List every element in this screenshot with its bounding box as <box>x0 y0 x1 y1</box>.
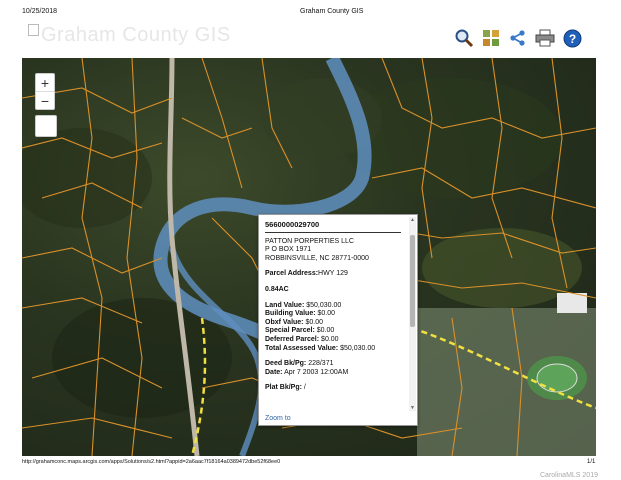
deferred-parcel-value: $0.00 <box>321 335 339 343</box>
owner-address-1: P O BOX 1971 <box>265 246 312 254</box>
obxf-value: $0.00 <box>305 318 323 326</box>
header-date: 10/25/2018 <box>22 8 58 15</box>
print-icon[interactable] <box>535 28 555 48</box>
total-assessed-value: $50,030.00 <box>340 344 376 352</box>
owner-address-2: ROBBINSVILLE, NC 28771-0000 <box>265 254 369 262</box>
map-view[interactable]: + − 5660000029700 PATTON PORPERTIES LLC … <box>22 58 596 456</box>
special-parcel-label: Special Parcel: <box>265 327 315 335</box>
svg-text:?: ? <box>568 32 575 46</box>
date-value: Apr 7 2003 12:00AM <box>284 368 349 376</box>
home-extent-button[interactable] <box>35 115 57 137</box>
deferred-parcel-row: Deferred Parcel: $0.00 <box>265 336 401 345</box>
toolbar: ? <box>454 28 582 48</box>
deed-row: Deed Bk/Pg: 228/371 <box>265 360 401 369</box>
parcel-address-row: Parcel Address:HWY 129 <box>265 270 401 279</box>
total-assessed-row: Total Assessed Value: $50,030.00 <box>265 345 401 354</box>
land-value-row: Land Value: $50,030.00 <box>265 302 401 311</box>
scrollbar-thumb[interactable] <box>410 235 415 327</box>
deed-value: 228/371 <box>308 360 334 368</box>
footer-url: http://grahamconc.maps.arcgis.com/apps/S… <box>22 459 281 465</box>
layers-grid-icon[interactable] <box>481 28 501 48</box>
logo-text: Graham County GIS <box>41 24 231 46</box>
building-value-label: Building Value: <box>265 310 316 318</box>
building-value: $0.00 <box>317 310 336 318</box>
building-value-row: Building Value: $0.00 <box>265 310 401 319</box>
site-logo[interactable]: Graham County GIS <box>28 24 231 47</box>
parcel-id: 5660000029700 <box>265 220 320 229</box>
parcel-info-popup: 5660000029700 PATTON PORPERTIES LLC P O … <box>258 214 418 426</box>
parcel-address-label: Parcel Address: <box>265 270 319 278</box>
popup-divider <box>265 231 401 233</box>
watermark: CarolinaMLS 2019 <box>540 472 598 479</box>
land-value-label: Land Value: <box>265 301 305 309</box>
help-icon[interactable]: ? <box>562 28 582 48</box>
parcel-address-value: HWY 129 <box>318 270 348 278</box>
obxf-value-label: Obxf Value: <box>265 318 304 326</box>
owner-name: PATTON PORPERTIES LLC <box>265 237 354 245</box>
zoom-in-button[interactable]: + <box>36 74 54 91</box>
obxf-value-row: Obxf Value: $0.00 <box>265 319 401 328</box>
date-label: Date: <box>265 368 283 376</box>
popup-scrollbar[interactable]: ▲ ▼ <box>409 217 416 411</box>
plat-value: / <box>303 384 306 392</box>
plat-row: Plat Bk/Pg: / <box>265 384 401 393</box>
popup-content[interactable]: 5660000029700 PATTON PORPERTIES LLC P O … <box>259 215 407 411</box>
land-value: $50,030.00 <box>306 301 342 309</box>
special-parcel-value: $0.00 <box>316 327 335 335</box>
scroll-up-arrow-icon[interactable]: ▲ <box>410 217 415 223</box>
zoom-to-link[interactable]: Zoom to <box>265 415 291 422</box>
page-number: 1/1 <box>587 459 596 465</box>
deed-label: Deed Bk/Pg: <box>265 360 307 368</box>
magnifier-icon[interactable] <box>454 28 474 48</box>
total-assessed-label: Total Assessed Value: <box>265 344 339 352</box>
broken-image-icon <box>28 24 39 36</box>
scroll-down-arrow-icon[interactable]: ▼ <box>410 405 415 411</box>
acreage: 0.84AC <box>265 285 289 293</box>
zoom-control: + − <box>35 73 55 110</box>
zoom-out-button[interactable]: − <box>36 91 54 109</box>
plat-label: Plat Bk/Pg: <box>265 384 302 392</box>
deferred-parcel-label: Deferred Parcel: <box>265 335 320 343</box>
date-row: Date: Apr 7 2003 12:00AM <box>265 369 401 378</box>
special-parcel-row: Special Parcel: $0.00 <box>265 327 401 336</box>
header-title: Graham County GIS <box>300 8 364 15</box>
share-icon[interactable] <box>508 28 528 48</box>
